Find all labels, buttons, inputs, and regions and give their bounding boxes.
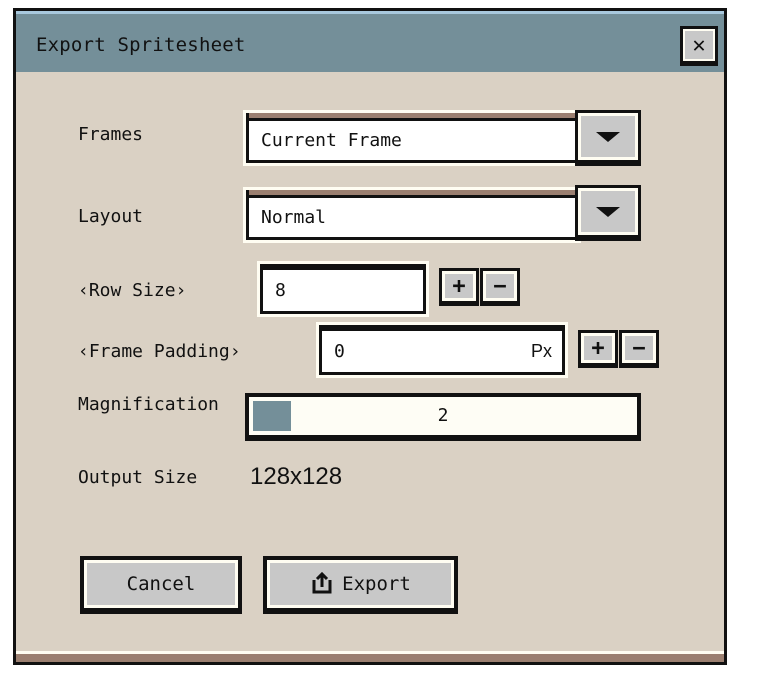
frame-padding-input[interactable]: 0 Px — [319, 325, 565, 375]
row-size-label[interactable]: ‹Row Size› — [78, 280, 186, 301]
export-icon — [310, 571, 334, 596]
layout-select[interactable]: Normal — [246, 190, 578, 240]
row-size-value: 8 — [275, 280, 286, 301]
plus-icon: + — [452, 273, 466, 299]
dialog-title: Export Spritesheet — [36, 34, 246, 56]
output-size-value: 128x128 — [250, 463, 343, 490]
magnification-label: Magnification — [78, 394, 219, 415]
frames-label: Frames — [78, 124, 144, 145]
frames-select[interactable]: Current Frame — [246, 113, 578, 163]
frame-padding-decrement-button[interactable]: − — [619, 330, 659, 368]
frame-padding-value: 0 — [334, 341, 345, 362]
output-size-label: Output Size — [78, 467, 198, 488]
minus-icon: − — [493, 273, 507, 299]
frames-value: Current Frame — [261, 130, 402, 151]
title-bar[interactable]: Export Spritesheet ✕ — [16, 11, 724, 72]
cancel-label: Cancel — [126, 573, 196, 595]
chevron-down-icon — [596, 131, 620, 142]
layout-value: Normal — [261, 207, 327, 228]
magnification-value: 2 — [437, 405, 449, 426]
frame-padding-unit: Px — [530, 341, 552, 361]
layout-label: Layout — [78, 206, 144, 227]
magnification-slider[interactable]: 2 — [245, 393, 641, 441]
export-label: Export — [342, 573, 411, 595]
export-button[interactable]: Export — [263, 556, 458, 614]
layout-dropdown-button[interactable] — [575, 185, 641, 241]
row-size-decrement-button[interactable]: − — [480, 268, 520, 306]
close-icon: ✕ — [692, 32, 706, 58]
cancel-button[interactable]: Cancel — [80, 556, 242, 614]
frames-dropdown-button[interactable] — [575, 110, 641, 166]
close-button[interactable]: ✕ — [680, 26, 718, 66]
frame-padding-increment-button[interactable]: + — [578, 330, 618, 368]
plus-icon: + — [591, 335, 605, 361]
row-size-input[interactable]: 8 — [260, 264, 426, 314]
frame-padding-label[interactable]: ‹Frame Padding› — [78, 341, 241, 362]
minus-icon: − — [632, 335, 646, 361]
chevron-down-icon — [596, 206, 620, 217]
row-size-increment-button[interactable]: + — [439, 268, 479, 306]
